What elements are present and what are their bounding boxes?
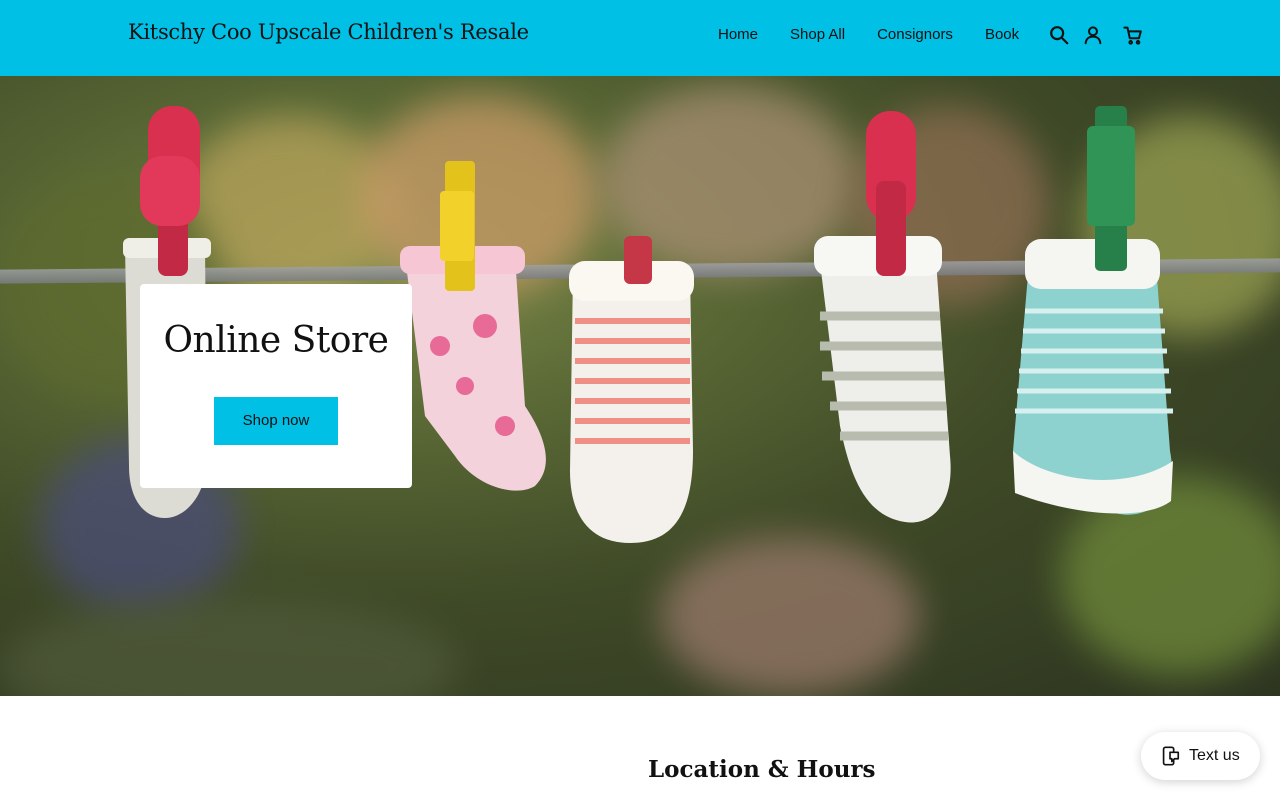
nav-book[interactable]: Book bbox=[985, 26, 1019, 43]
clothespin-red bbox=[140, 106, 200, 276]
shop-now-button[interactable]: Shop now bbox=[214, 397, 338, 445]
account-icon[interactable] bbox=[1082, 24, 1104, 46]
nav-shop-all[interactable]: Shop All bbox=[790, 26, 845, 43]
text-us-button[interactable]: Text us bbox=[1141, 732, 1260, 780]
cart-icon[interactable] bbox=[1122, 24, 1144, 46]
bg-blur bbox=[660, 536, 920, 696]
clothespin-yellow bbox=[440, 161, 475, 291]
text-us-label: Text us bbox=[1189, 747, 1240, 764]
bg-blur bbox=[0, 596, 460, 696]
hero-card: Online Store Shop now bbox=[140, 284, 412, 488]
brand-title[interactable]: Kitschy Coo Upscale Children's Resale bbox=[128, 20, 529, 44]
clothespin-red bbox=[624, 236, 652, 284]
hero-title: Online Store bbox=[163, 320, 389, 361]
message-icon bbox=[1162, 746, 1180, 766]
sock-pink-striped bbox=[569, 261, 694, 543]
nav-consignors[interactable]: Consignors bbox=[877, 26, 953, 43]
hero-banner: Online Store Shop now bbox=[0, 76, 1280, 696]
site-header: Kitschy Coo Upscale Children's Resale Ho… bbox=[0, 0, 1280, 76]
clothespin-red bbox=[866, 111, 916, 276]
main-nav: Home Shop All Consignors Book bbox=[718, 26, 1051, 43]
nav-home[interactable]: Home bbox=[718, 26, 758, 43]
location-hours-heading: Location & Hours bbox=[648, 756, 876, 783]
search-icon[interactable] bbox=[1048, 24, 1070, 46]
clothespin-green bbox=[1087, 106, 1135, 271]
